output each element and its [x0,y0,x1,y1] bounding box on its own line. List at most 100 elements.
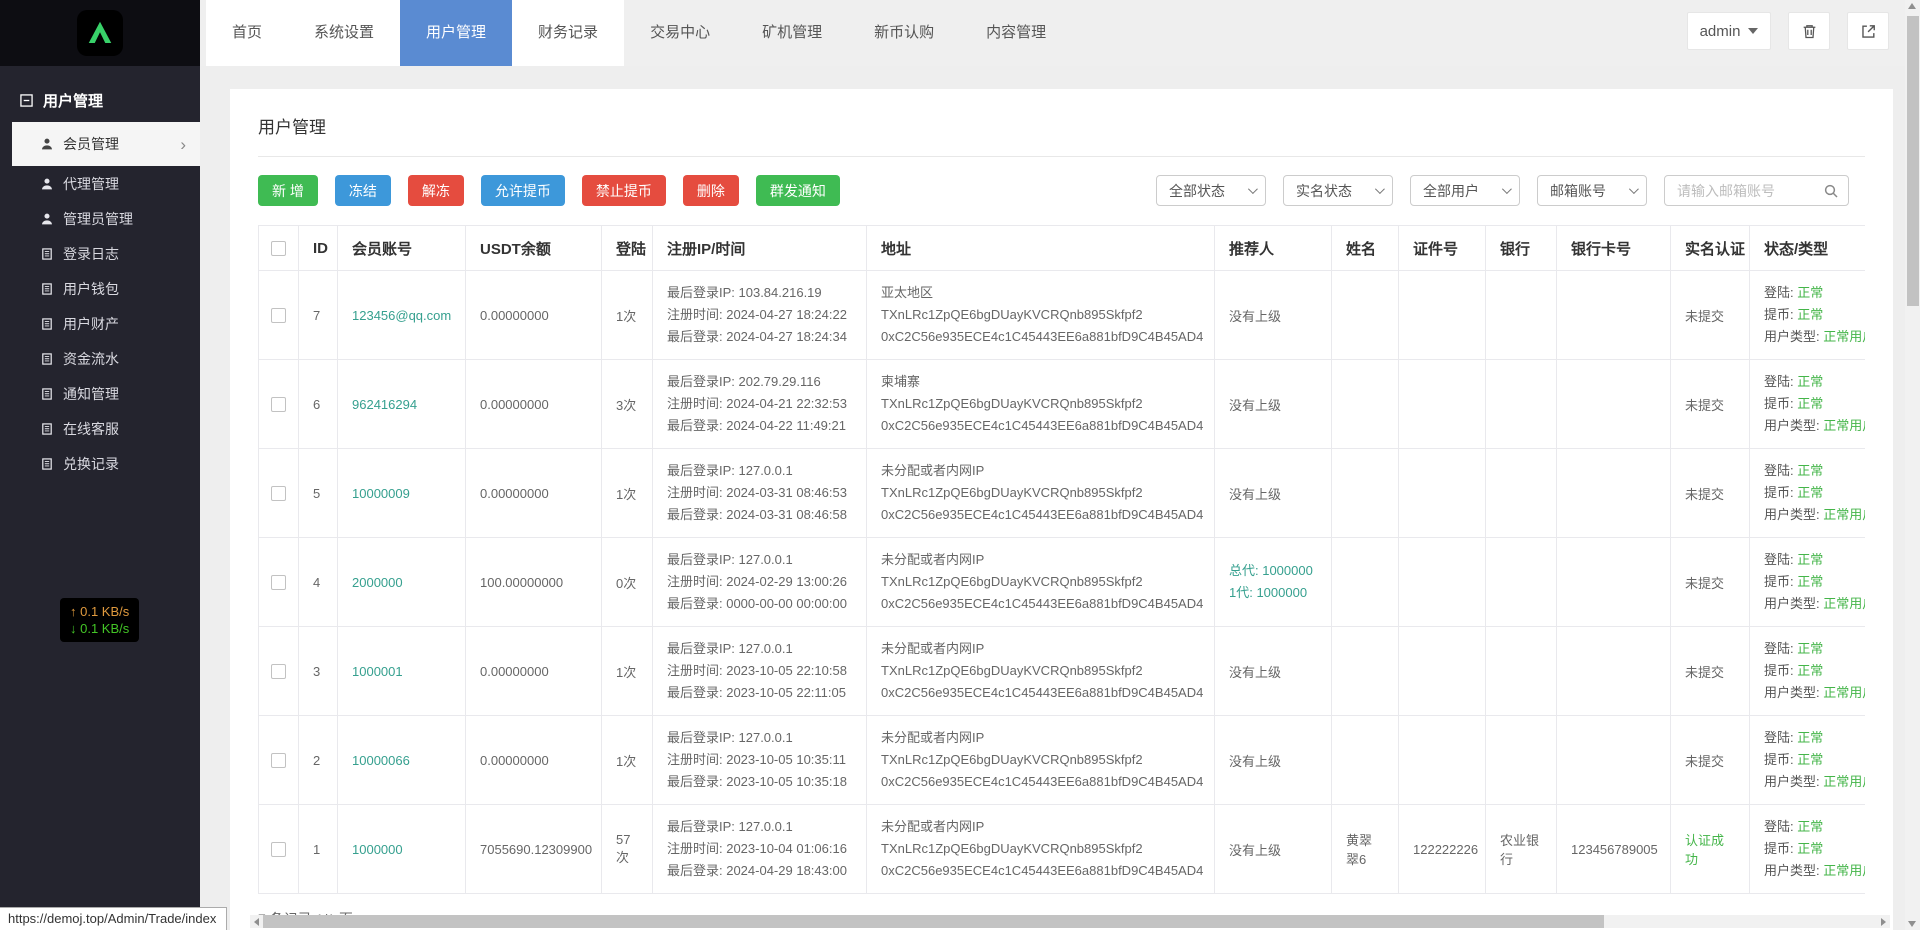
scroll-right-arrow-icon[interactable] [1877,915,1890,928]
cell-bank [1486,627,1557,716]
nav-tab[interactable]: 首页 [206,0,288,66]
sidebar-item[interactable]: 通知管理 [0,376,200,411]
row-checkbox[interactable] [271,753,286,768]
chevron-down-icon [1502,184,1512,194]
status-value: 正常 [1797,374,1823,389]
select-all-checkbox[interactable] [271,241,286,256]
status-label: 登陆: [1764,641,1797,656]
row-checkbox[interactable] [271,486,286,501]
status-label: 提币: [1764,574,1797,589]
sidebar-item[interactable]: 登录日志 [0,236,200,271]
referrer-link[interactable]: 1代: 1000000 [1229,582,1317,604]
cell-address: 亚太地区TXnLRc1ZpQE6bgDUayKVCRQnb895Skfpf20x… [867,271,1215,360]
table-row: 310000010.000000001次最后登录IP: 127.0.0.1注册时… [259,627,1866,716]
member-account-link[interactable]: 10000009 [352,486,410,501]
nav-tab[interactable]: 系统设置 [288,0,400,66]
cell-id: 7 [299,271,338,360]
member-account-link[interactable]: 2000000 [352,575,403,590]
filter-select-value: 全部状态 [1169,181,1248,201]
member-account-link[interactable]: 962416294 [352,397,417,412]
scroll-down-arrow-icon[interactable] [1908,921,1916,927]
filter-select[interactable]: 全部状态 [1156,175,1266,206]
sidebar-item[interactable]: 资金流水 [0,341,200,376]
toolbar-button[interactable]: 解冻 [408,175,464,206]
members-table-wrap: ID会员账号USDT余额登陆注册IP/时间地址推荐人姓名证件号银行银行卡号实名认… [258,225,1865,894]
address-line: TXnLRc1ZpQE6bgDUayKVCRQnb895Skfpf2 [881,304,1200,326]
toolbar-button[interactable]: 新 增 [258,175,318,206]
address-line: TXnLRc1ZpQE6bgDUayKVCRQnb895Skfpf2 [881,749,1200,771]
member-account-link[interactable]: 1000000 [352,842,403,857]
status-label: 用户类型: [1764,863,1823,878]
member-account-link[interactable]: 123456@qq.com [352,308,451,323]
sidebar-item[interactable]: 代理管理 [0,166,200,201]
horizontal-scrollbar [250,915,1890,928]
filter-select[interactable]: 邮箱账号 [1537,175,1647,206]
row-checkbox[interactable] [271,308,286,323]
row-checkbox[interactable] [271,575,286,590]
column-header: 状态/类型 [1750,226,1866,271]
status-line: 提币: 正常 [1764,838,1865,860]
log-icon [40,317,54,331]
nav-tab[interactable]: 内容管理 [960,0,1072,66]
sidebar-item[interactable]: 用户财产 [0,306,200,341]
cell-status: 登陆: 正常提币: 正常用户类型: 正常用户 [1750,449,1866,538]
row-checkbox[interactable] [271,397,286,412]
address-line: 0xC2C56e935ECE4c1C45443EE6a881bfD9C4B45A… [881,504,1200,526]
cell-address: 未分配或者内网IPTXnLRc1ZpQE6bgDUayKVCRQnb895Skf… [867,716,1215,805]
toolbar-button[interactable]: 冻结 [335,175,391,206]
nav-tab[interactable]: 用户管理 [400,0,512,66]
clear-cache-button[interactable] [1788,12,1830,50]
app-logo[interactable] [77,10,123,56]
nav-tab[interactable]: 交易中心 [624,0,736,66]
search-input[interactable] [1677,183,1823,199]
row-checkbox[interactable] [271,664,286,679]
scroll-up-arrow-icon[interactable] [1908,3,1916,9]
status-label: 提币: [1764,307,1797,322]
filter-select[interactable]: 实名状态 [1283,175,1393,206]
address-line: 0xC2C56e935ECE4c1C45443EE6a881bfD9C4B45A… [881,771,1200,793]
table-row: 69624162940.000000003次最后登录IP: 202.79.29.… [259,360,1866,449]
sidebar-item[interactable]: 在线客服 [0,411,200,446]
horizontal-scrollbar-thumb[interactable] [263,915,1604,928]
referrer-link[interactable]: 总代: 1000000 [1229,560,1317,582]
sidebar-item[interactable]: 会员管理› [12,122,200,166]
sidebar-item[interactable]: 兑换记录 [0,446,200,481]
toolbar-button[interactable]: 群发通知 [756,175,840,206]
nav-tab[interactable]: 新币认购 [848,0,960,66]
scroll-left-arrow-icon[interactable] [250,915,263,928]
ip-line: 最后登录: 0000-00-00 00:00:00 [667,593,852,615]
cell-name [1332,360,1399,449]
upload-speed: ↑ 0.1 KB/s [70,603,129,620]
search-icon[interactable] [1823,183,1839,199]
cell-balance: 100.00000000 [466,538,602,627]
address-line: TXnLRc1ZpQE6bgDUayKVCRQnb895Skfpf2 [881,482,1200,504]
member-account-link[interactable]: 10000066 [352,753,410,768]
ip-line: 最后登录IP: 127.0.0.1 [667,638,852,660]
admin-menu-button[interactable]: admin [1687,12,1771,50]
toolbar-button[interactable]: 禁止提币 [582,175,666,206]
user-icon [40,137,54,151]
toolbar-button[interactable]: 允许提币 [481,175,565,206]
nav-tab[interactable]: 财务记录 [512,0,624,66]
sidebar-item[interactable]: 管理员管理 [0,201,200,236]
user-icon [40,212,54,226]
row-checkbox[interactable] [271,842,286,857]
status-value: 正常 [1797,552,1823,567]
member-account-link[interactable]: 1000001 [352,664,403,679]
referrer-none: 没有上级 [1229,309,1281,324]
filter-select[interactable]: 全部用户 [1410,175,1520,206]
sidebar-section-header[interactable]: 用户管理 [0,78,200,122]
toolbar-button[interactable]: 删除 [683,175,739,206]
link-status-bar: https://demoj.top/Admin/Trade/index [0,907,227,930]
vertical-scrollbar-thumb[interactable] [1907,16,1919,306]
status-line: 提币: 正常 [1764,660,1865,682]
sidebar-item[interactable]: 用户钱包 [0,271,200,306]
nav-tab[interactable]: 矿机管理 [736,0,848,66]
cell-account: 1000000 [338,805,466,894]
cell-kyc: 未提交 [1671,716,1750,805]
logout-button[interactable] [1847,12,1889,50]
cell-id-number [1399,538,1486,627]
sidebar-section-label: 用户管理 [43,90,103,111]
address-line: 未分配或者内网IP [881,816,1200,838]
status-value: 正常 [1797,819,1823,834]
